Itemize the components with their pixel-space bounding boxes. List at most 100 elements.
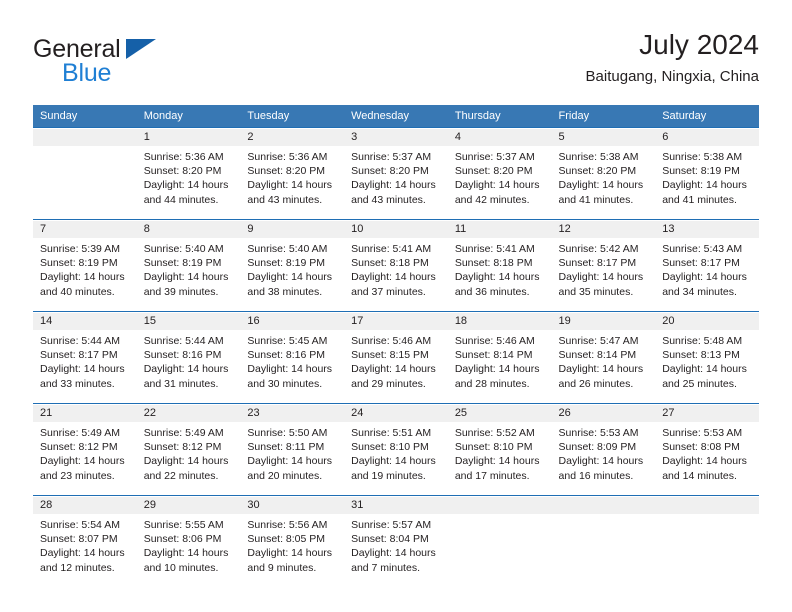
daylight-text-line1: Daylight: 14 hours	[143, 547, 229, 560]
day-cell[interactable]: 22	[136, 405, 241, 422]
day-number: 9	[247, 223, 254, 235]
day-detail-cell[interactable]: Sunrise: 5:50 AM Sunset: 8:11 PM Dayligh…	[240, 422, 345, 495]
day-cell[interactable]: 20	[655, 313, 759, 330]
day-detail-cell[interactable]: Sunrise: 5:41 AM Sunset: 8:18 PM Dayligh…	[344, 238, 448, 311]
day-cell[interactable]: 26	[551, 405, 656, 422]
sunrise-text: Sunrise: 5:52 AM	[454, 427, 535, 439]
day-cell[interactable]: 11	[447, 221, 552, 238]
day-detail-cell[interactable]: Sunrise: 5:53 AM Sunset: 8:09 PM Dayligh…	[551, 422, 656, 495]
day-cell[interactable]: 10	[344, 221, 448, 238]
day-cell[interactable]: 25	[447, 405, 552, 422]
weekday-header-sunday: Sunday	[33, 105, 137, 127]
day-cell[interactable]: 12	[551, 221, 656, 238]
day-cell[interactable]: 5	[551, 129, 656, 146]
day-cell[interactable]: 24	[344, 405, 448, 422]
day-number-row: 1 2 3 4 5 6	[33, 129, 759, 146]
day-detail-cell[interactable]: Sunrise: 5:38 AM Sunset: 8:20 PM Dayligh…	[551, 146, 656, 219]
day-cell[interactable]: 19	[551, 313, 656, 330]
day-cell[interactable]	[655, 497, 759, 514]
day-detail-cell[interactable]: Sunrise: 5:56 AM Sunset: 8:05 PM Dayligh…	[240, 514, 345, 587]
day-cell[interactable]	[33, 129, 137, 146]
day-detail-cell[interactable]: Sunrise: 5:45 AM Sunset: 8:16 PM Dayligh…	[240, 330, 345, 403]
day-cell[interactable]: 18	[447, 313, 552, 330]
day-detail-cell[interactable]: Sunrise: 5:38 AM Sunset: 8:19 PM Dayligh…	[655, 146, 759, 219]
day-detail-cell[interactable]: Sunrise: 5:40 AM Sunset: 8:19 PM Dayligh…	[240, 238, 345, 311]
day-number: 18	[454, 315, 468, 327]
day-cell[interactable]: 7	[33, 221, 137, 238]
day-detail-cell[interactable]: Sunrise: 5:43 AM Sunset: 8:17 PM Dayligh…	[655, 238, 759, 311]
day-detail	[552, 514, 656, 518]
day-detail-cell[interactable]: Sunrise: 5:42 AM Sunset: 8:17 PM Dayligh…	[551, 238, 656, 311]
day-detail-cell[interactable]: Sunrise: 5:37 AM Sunset: 8:20 PM Dayligh…	[344, 146, 448, 219]
day-number: 2	[247, 131, 254, 143]
day-cell[interactable]: 17	[344, 313, 448, 330]
day-cell[interactable]: 27	[655, 405, 759, 422]
day-detail-cell[interactable]: Sunrise: 5:49 AM Sunset: 8:12 PM Dayligh…	[136, 422, 241, 495]
day-detail-cell[interactable]	[551, 514, 656, 587]
day-cell[interactable]: 16	[240, 313, 345, 330]
day-cell[interactable]: 30	[240, 497, 345, 514]
day-cell[interactable]	[447, 497, 552, 514]
day-cell[interactable]: 4	[447, 129, 552, 146]
day-cell[interactable]: 29	[136, 497, 241, 514]
day-detail-row: Sunrise: 5:54 AM Sunset: 8:07 PM Dayligh…	[33, 514, 759, 587]
daylight-text-line2: and 28 minutes.	[454, 377, 530, 390]
day-detail-cell[interactable]: Sunrise: 5:52 AM Sunset: 8:10 PM Dayligh…	[447, 422, 552, 495]
day-detail: Sunrise: 5:56 AM Sunset: 8:05 PM Dayligh…	[240, 514, 344, 575]
sunset-text: Sunset: 8:12 PM	[143, 441, 222, 454]
day-detail-cell[interactable]: Sunrise: 5:57 AM Sunset: 8:04 PM Dayligh…	[344, 514, 448, 587]
sunrise-text: Sunrise: 5:44 AM	[40, 335, 120, 347]
day-number: 24	[351, 407, 364, 419]
day-detail-cell[interactable]	[33, 146, 137, 219]
day-detail: Sunrise: 5:49 AM Sunset: 8:12 PM Dayligh…	[137, 422, 241, 483]
day-detail-cell[interactable]: Sunrise: 5:53 AM Sunset: 8:08 PM Dayligh…	[655, 422, 759, 495]
day-cell[interactable]: 9	[240, 221, 345, 238]
day-detail-cell[interactable]	[447, 514, 552, 587]
sunrise-text: Sunrise: 5:37 AM	[351, 151, 432, 163]
day-detail-cell[interactable]: Sunrise: 5:41 AM Sunset: 8:18 PM Dayligh…	[447, 238, 552, 311]
sunset-text: Sunset: 8:08 PM	[662, 441, 740, 454]
day-detail-cell[interactable]: Sunrise: 5:46 AM Sunset: 8:15 PM Dayligh…	[344, 330, 448, 403]
daylight-text-line1: Daylight: 14 hours	[351, 271, 436, 284]
day-cell[interactable]: 13	[655, 221, 759, 238]
day-detail-cell[interactable]: Sunrise: 5:37 AM Sunset: 8:20 PM Dayligh…	[447, 146, 552, 219]
day-detail-cell[interactable]: Sunrise: 5:36 AM Sunset: 8:20 PM Dayligh…	[136, 146, 241, 219]
daylight-text-line2: and 16 minutes.	[558, 469, 634, 482]
day-cell[interactable]: 3	[344, 129, 448, 146]
day-cell[interactable]: 1	[136, 129, 241, 146]
day-cell[interactable]: 23	[240, 405, 345, 422]
day-detail-row: Sunrise: 5:39 AM Sunset: 8:19 PM Dayligh…	[33, 238, 759, 311]
daylight-text-line2: and 37 minutes.	[351, 285, 426, 298]
sunset-text: Sunset: 8:17 PM	[40, 349, 118, 362]
sunset-text: Sunset: 8:18 PM	[454, 257, 533, 270]
day-cell[interactable]	[551, 497, 656, 514]
day-cell[interactable]: 15	[136, 313, 241, 330]
sunrise-text: Sunrise: 5:55 AM	[143, 519, 224, 531]
day-detail-cell[interactable]: Sunrise: 5:36 AM Sunset: 8:20 PM Dayligh…	[240, 146, 345, 219]
daylight-text-line2: and 20 minutes.	[247, 469, 323, 482]
day-detail-cell[interactable]	[655, 514, 759, 587]
day-detail-cell[interactable]: Sunrise: 5:55 AM Sunset: 8:06 PM Dayligh…	[136, 514, 241, 587]
day-detail-cell[interactable]: Sunrise: 5:48 AM Sunset: 8:13 PM Dayligh…	[655, 330, 759, 403]
sunrise-text: Sunrise: 5:40 AM	[247, 243, 328, 255]
day-number: 11	[454, 223, 467, 235]
sunset-text: Sunset: 8:05 PM	[247, 533, 326, 546]
day-detail-cell[interactable]: Sunrise: 5:49 AM Sunset: 8:12 PM Dayligh…	[33, 422, 137, 495]
day-cell[interactable]: 28	[33, 497, 137, 514]
daylight-text-line2: and 23 minutes.	[40, 469, 115, 482]
day-detail-cell[interactable]: Sunrise: 5:46 AM Sunset: 8:14 PM Dayligh…	[447, 330, 552, 403]
day-cell[interactable]: 6	[655, 129, 759, 146]
day-detail-cell[interactable]: Sunrise: 5:47 AM Sunset: 8:14 PM Dayligh…	[551, 330, 656, 403]
day-cell[interactable]: 31	[344, 497, 448, 514]
day-detail-cell[interactable]: Sunrise: 5:40 AM Sunset: 8:19 PM Dayligh…	[136, 238, 241, 311]
day-cell[interactable]: 14	[33, 313, 137, 330]
day-detail-cell[interactable]: Sunrise: 5:51 AM Sunset: 8:10 PM Dayligh…	[344, 422, 448, 495]
day-cell[interactable]: 8	[136, 221, 241, 238]
day-detail-cell[interactable]: Sunrise: 5:44 AM Sunset: 8:16 PM Dayligh…	[136, 330, 241, 403]
day-cell[interactable]: 2	[240, 129, 345, 146]
day-detail-cell[interactable]: Sunrise: 5:39 AM Sunset: 8:19 PM Dayligh…	[33, 238, 137, 311]
weekday-header-row: Sunday Monday Tuesday Wednesday Thursday…	[33, 105, 759, 127]
day-detail-cell[interactable]: Sunrise: 5:54 AM Sunset: 8:07 PM Dayligh…	[33, 514, 137, 587]
day-cell[interactable]: 21	[33, 405, 137, 422]
day-detail-cell[interactable]: Sunrise: 5:44 AM Sunset: 8:17 PM Dayligh…	[33, 330, 137, 403]
